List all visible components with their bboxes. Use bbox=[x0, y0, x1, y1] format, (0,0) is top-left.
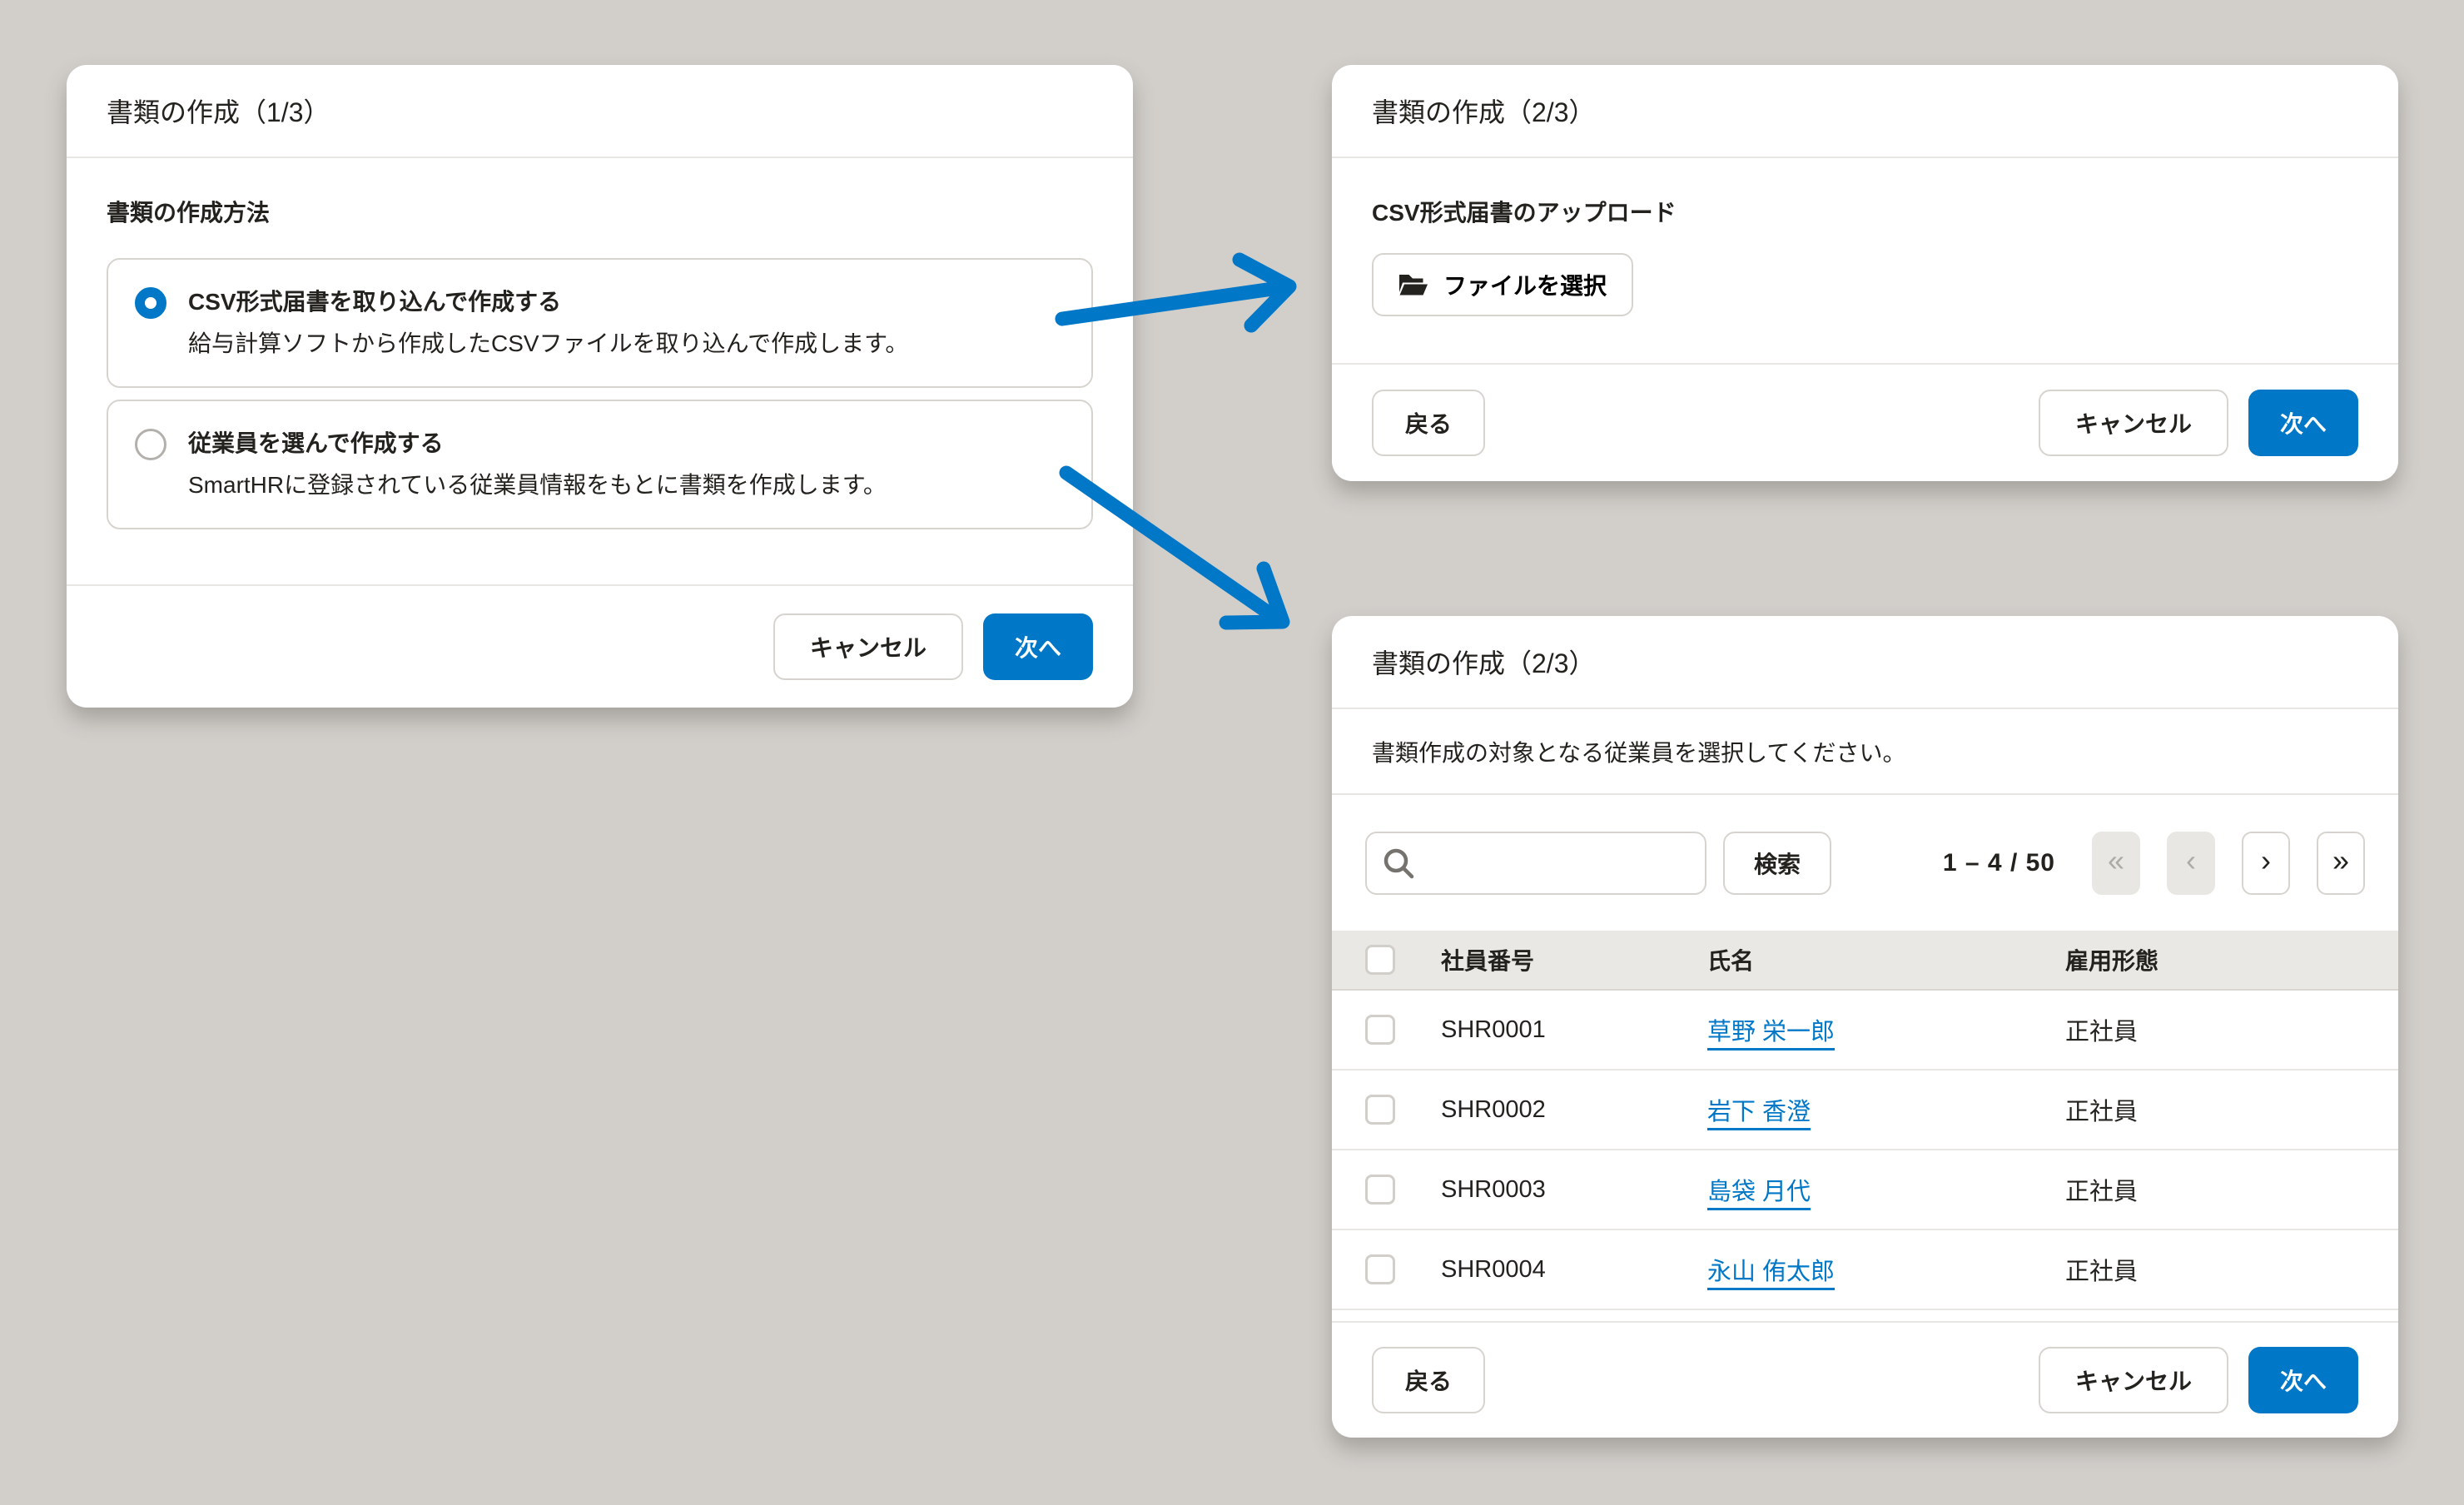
option-description: SmartHRに登録されている従業員情報をもとに書類を作成します。 bbox=[188, 468, 887, 503]
option-text: 従業員を選んで作成する SmartHRに登録されている従業員情報をもとに書類を作… bbox=[188, 426, 887, 503]
dialog-footer-step1: キャンセル 次へ bbox=[67, 584, 1133, 708]
select-file-label: ファイルを選択 bbox=[1443, 268, 1607, 301]
dialog-body-csv-upload: CSV形式届書のアップロード ファイルを選択 bbox=[1332, 158, 2398, 363]
select-all-checkbox[interactable] bbox=[1365, 945, 1395, 975]
employee-name-link[interactable]: 永山 侑太郎 bbox=[1707, 1252, 2065, 1287]
cancel-button[interactable]: キャンセル bbox=[2039, 390, 2228, 456]
radio-icon[interactable] bbox=[135, 287, 166, 319]
dialog-title-csv-upload: 書類の作成（2/3） bbox=[1332, 65, 2398, 158]
csv-upload-label: CSV形式届書のアップロード bbox=[1372, 196, 2358, 230]
option-text: CSV形式届書を取り込んで作成する 給与計算ソフトから作成したCSVファイルを取… bbox=[188, 285, 908, 361]
arrow-head-bottom bbox=[1226, 569, 1283, 623]
next-button[interactable]: 次へ bbox=[983, 613, 1093, 680]
search-input[interactable] bbox=[1365, 832, 1706, 895]
dialog-employee-select-step2: 書類の作成（2/3） 書類作成の対象となる従業員を選択してください。 検索 1 … bbox=[1332, 616, 2398, 1438]
dialog-footer-csv-upload: 戻る キャンセル 次へ bbox=[1332, 363, 2398, 481]
creation-method-options: CSV形式届書を取り込んで作成する 給与計算ソフトから作成したCSVファイルを取… bbox=[107, 258, 1093, 529]
dialog-csv-upload-step2: 書類の作成（2/3） CSV形式届書のアップロード ファイルを選択 戻る キャン… bbox=[1332, 65, 2398, 481]
column-header-employment-type: 雇用形態 bbox=[2065, 943, 2398, 976]
prev-page-button[interactable]: ‹ bbox=[2167, 832, 2215, 895]
employment-type: 正社員 bbox=[2065, 1012, 2398, 1047]
creation-method-label: 書類の作成方法 bbox=[107, 196, 1093, 230]
table-row: SHR0003 島袋 月代 正社員 bbox=[1332, 1150, 2398, 1230]
double-chevron-left-icon: « bbox=[2108, 846, 2124, 876]
employee-id: SHR0002 bbox=[1441, 1096, 1707, 1124]
dialog-footer-employee-select: 戻る キャンセル 次へ bbox=[1332, 1321, 2398, 1438]
employee-name-link[interactable]: 岩下 香澄 bbox=[1707, 1092, 2065, 1127]
row-checkbox[interactable] bbox=[1365, 1175, 1395, 1204]
search-button[interactable]: 検索 bbox=[1723, 832, 1831, 895]
option-description: 給与計算ソフトから作成したCSVファイルを取り込んで作成します。 bbox=[188, 326, 908, 361]
cancel-button[interactable]: キャンセル bbox=[773, 613, 963, 680]
search-box bbox=[1365, 832, 1706, 895]
last-page-button[interactable]: » bbox=[2317, 832, 2365, 895]
employee-id: SHR0003 bbox=[1441, 1176, 1707, 1204]
arrow-head-top bbox=[1239, 260, 1289, 325]
radio-option-select-employees[interactable]: 従業員を選んで作成する SmartHRに登録されている従業員情報をもとに書類を作… bbox=[107, 400, 1093, 529]
radio-icon[interactable] bbox=[135, 429, 166, 460]
first-page-button[interactable]: « bbox=[2092, 832, 2140, 895]
employee-name-link[interactable]: 草野 栄一郎 bbox=[1707, 1012, 2065, 1047]
option-label: 従業員を選んで作成する bbox=[188, 426, 887, 461]
double-chevron-right-icon: » bbox=[2332, 846, 2349, 876]
chevron-right-icon: › bbox=[2261, 846, 2271, 876]
employee-select-instruction: 書類作成の対象となる従業員を選択してください。 bbox=[1332, 709, 2398, 795]
table-row: SHR0002 岩下 香澄 正社員 bbox=[1332, 1070, 2398, 1150]
select-file-button[interactable]: ファイルを選択 bbox=[1372, 253, 1633, 316]
employment-type: 正社員 bbox=[2065, 1252, 2398, 1287]
radio-option-csv-import[interactable]: CSV形式届書を取り込んで作成する 給与計算ソフトから作成したCSVファイルを取… bbox=[107, 258, 1093, 388]
option-label: CSV形式届書を取り込んで作成する bbox=[188, 285, 908, 320]
dialog-create-step1: 書類の作成（1/3） 書類の作成方法 CSV形式届書を取り込んで作成する 給与計… bbox=[67, 65, 1133, 708]
pagination-controls: « ‹ › » bbox=[2092, 832, 2365, 895]
table-row: SHR0001 草野 栄一郎 正社員 bbox=[1332, 991, 2398, 1070]
chevron-left-icon: ‹ bbox=[2186, 846, 2196, 876]
employee-name-link[interactable]: 島袋 月代 bbox=[1707, 1172, 2065, 1207]
back-button[interactable]: 戻る bbox=[1372, 390, 1485, 456]
employment-type: 正社員 bbox=[2065, 1092, 2398, 1127]
employment-type: 正社員 bbox=[2065, 1172, 2398, 1207]
folder-open-icon bbox=[1398, 272, 1428, 297]
employee-search-toolbar: 検索 1 – 4 / 50 « ‹ › » bbox=[1332, 795, 2398, 931]
row-checkbox[interactable] bbox=[1365, 1095, 1395, 1125]
next-page-button[interactable]: › bbox=[2242, 832, 2290, 895]
employee-id: SHR0004 bbox=[1441, 1256, 1707, 1284]
cancel-button[interactable]: キャンセル bbox=[2039, 1347, 2228, 1413]
dialog-title-employee-select: 書類の作成（2/3） bbox=[1332, 616, 2398, 709]
dialog-title-step1: 書類の作成（1/3） bbox=[67, 65, 1133, 158]
column-header-employee-id: 社員番号 bbox=[1441, 943, 1707, 976]
employee-id: SHR0001 bbox=[1441, 1016, 1707, 1044]
table-row: SHR0004 永山 侑太郎 正社員 bbox=[1332, 1230, 2398, 1310]
row-checkbox[interactable] bbox=[1365, 1254, 1395, 1284]
dialog-body-step1: 書類の作成方法 CSV形式届書を取り込んで作成する 給与計算ソフトから作成したC… bbox=[67, 158, 1133, 584]
next-button[interactable]: 次へ bbox=[2248, 1347, 2358, 1413]
column-header-name: 氏名 bbox=[1707, 943, 2065, 976]
next-button[interactable]: 次へ bbox=[2248, 390, 2358, 456]
pagination-count: 1 – 4 / 50 bbox=[1943, 849, 2055, 877]
back-button[interactable]: 戻る bbox=[1372, 1347, 1485, 1413]
row-checkbox[interactable] bbox=[1365, 1015, 1395, 1045]
employee-table-header: 社員番号 氏名 雇用形態 bbox=[1332, 931, 2398, 991]
